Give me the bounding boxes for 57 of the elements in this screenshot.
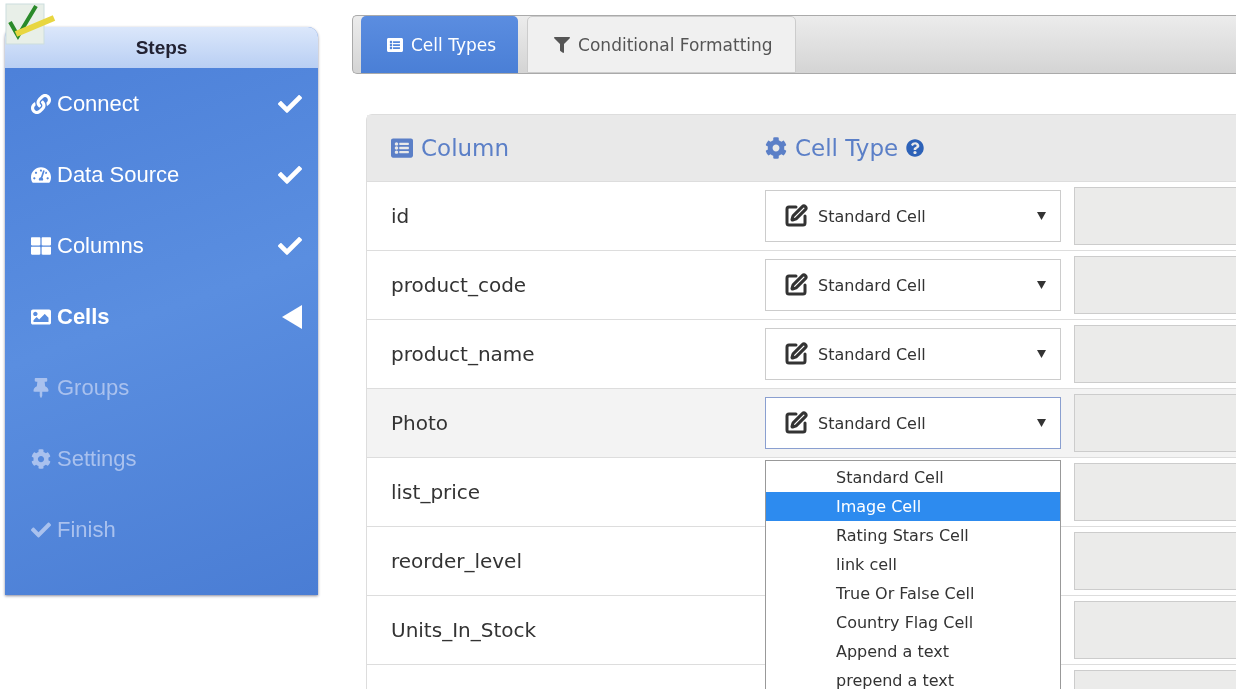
- tab[interactable]: Conditional Formatting: [527, 16, 796, 73]
- cell-type-select[interactable]: Standard Cell: [765, 259, 1061, 311]
- cell-type-select[interactable]: Standard Cell: [765, 190, 1061, 242]
- table-cell-text: list_price: [390, 480, 482, 504]
- table-cell-text: Units_In_Stock: [390, 618, 538, 642]
- step-label: Cells: [57, 303, 111, 330]
- steps-title: Steps: [135, 36, 188, 59]
- dropdown-option[interactable]: True Or False Cell: [766, 579, 1060, 608]
- step-item[interactable]: Connect: [5, 68, 318, 139]
- tab[interactable]: Cell Types: [361, 16, 519, 73]
- table-cell-text: id: [390, 204, 411, 228]
- edit-icon: [784, 342, 808, 366]
- step-label: Settings: [57, 445, 138, 472]
- column-header: Column: [421, 135, 510, 161]
- cell-type-select[interactable]: Standard Cell: [765, 328, 1061, 380]
- dropdown-option[interactable]: prepend a text: [766, 666, 1060, 689]
- triangle-left-icon: [282, 304, 302, 329]
- help-icon[interactable]: [906, 139, 925, 157]
- caret-icon: [1037, 281, 1046, 289]
- step-label: Columns: [57, 232, 145, 259]
- edit-icon: [784, 411, 808, 435]
- step-label: Connect: [57, 90, 140, 117]
- edit-icon: [784, 273, 808, 297]
- link-icon: [31, 93, 51, 114]
- step-label: Finish: [57, 516, 117, 543]
- input-field[interactable]: [1074, 187, 1236, 245]
- dropdown-option[interactable]: Append a text: [766, 637, 1060, 666]
- table-cell-text: reorder_level: [390, 549, 523, 573]
- caret-icon: [1037, 350, 1046, 358]
- grid-icon: [31, 235, 51, 256]
- input-field[interactable]: [1074, 601, 1236, 659]
- gear-icon: [765, 137, 787, 159]
- table-cell-text: product_code: [390, 273, 528, 297]
- input-field[interactable]: [1074, 463, 1236, 521]
- column-header: Cell Type: [795, 135, 899, 161]
- dropdown-option[interactable]: Country Flag Cell: [766, 608, 1060, 637]
- caret-icon: [1037, 419, 1046, 427]
- step-item[interactable]: Data Source: [5, 139, 318, 210]
- filter-icon: [554, 36, 571, 53]
- input-field[interactable]: [1074, 532, 1236, 590]
- list-icon: [387, 36, 403, 53]
- table-cell-text: Photo: [390, 411, 450, 435]
- pin-icon: [31, 377, 51, 398]
- gauge-icon: [31, 164, 51, 185]
- dropdown-option[interactable]: Rating Stars Cell: [766, 521, 1060, 550]
- caret-icon: [1037, 212, 1046, 220]
- dropdown-option[interactable]: Standard Cell: [766, 463, 1060, 492]
- list-icon: [391, 137, 413, 159]
- dropdown-option[interactable]: link cell: [766, 550, 1060, 579]
- table-cell-text: product_name: [390, 342, 536, 366]
- input-field[interactable]: [1074, 256, 1236, 314]
- input-field[interactable]: [1074, 394, 1236, 452]
- step-label: Groups: [57, 374, 131, 401]
- step-label: Data Source: [57, 161, 181, 188]
- gear-icon: [31, 448, 51, 469]
- input-field[interactable]: [1074, 325, 1236, 383]
- edit-icon: [784, 204, 808, 228]
